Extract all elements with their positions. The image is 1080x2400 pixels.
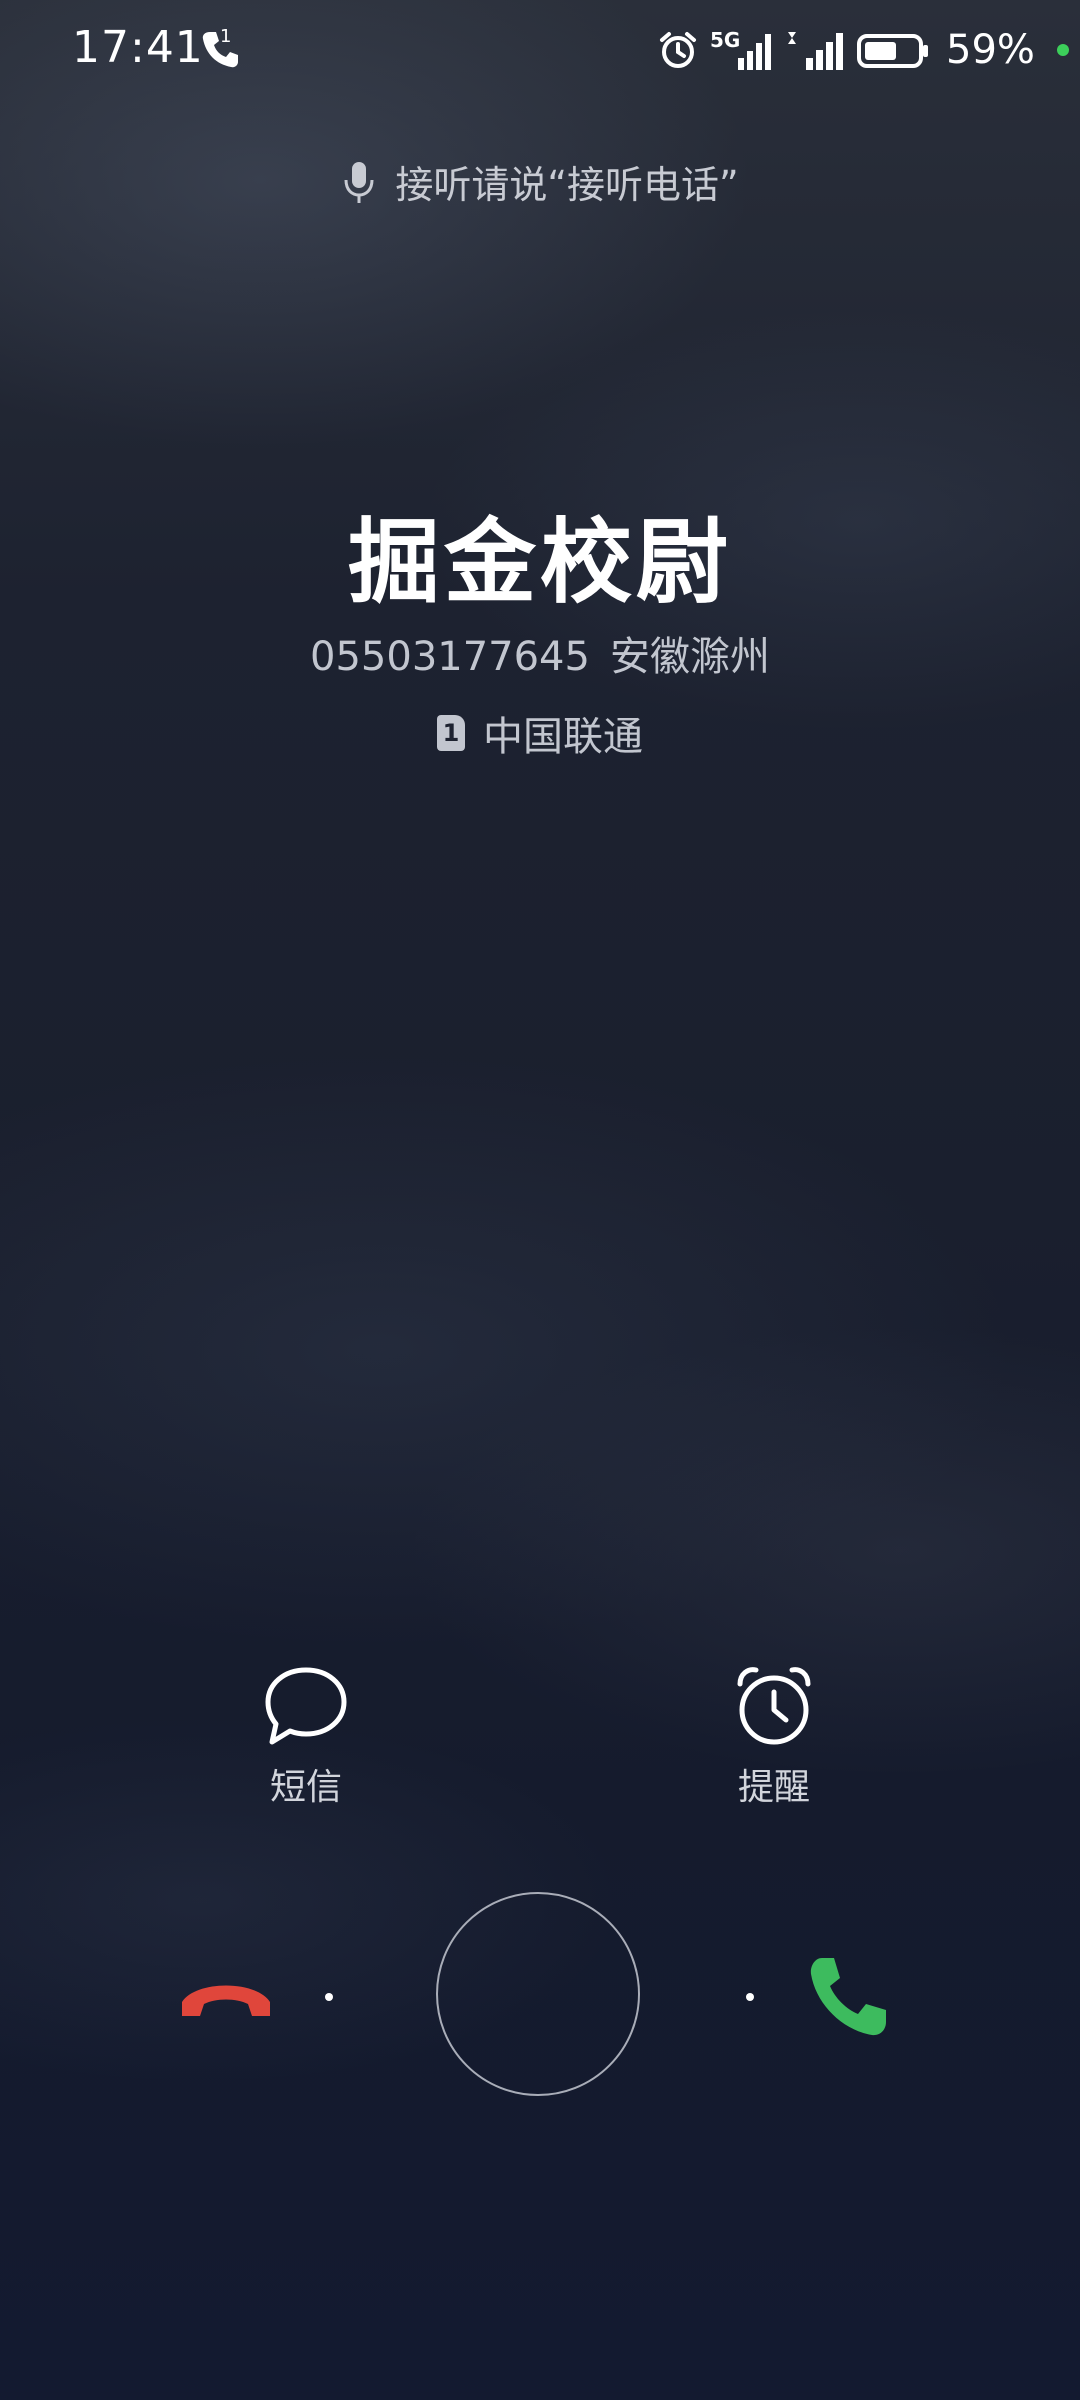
battery-percentage: 59% [946, 27, 1035, 73]
call-count-badge: 1 [220, 26, 232, 47]
sms-label: 短信 [269, 1767, 342, 1808]
caller-location: 安徽滁州 [609, 634, 770, 680]
caller-number: 05503177645 [310, 634, 590, 680]
answer-slider-handle[interactable] [436, 1892, 640, 2096]
sms-button[interactable]: 短信 [206, 1664, 406, 1810]
voice-hint-text: 接听请说“接听电话” [395, 163, 739, 207]
hang-up-icon[interactable] [176, 1966, 276, 2026]
reminder-label: 提醒 [737, 1767, 810, 1808]
message-bubble-icon [265, 1667, 347, 1745]
phone-accept-icon[interactable] [800, 1950, 896, 2046]
caller-name: 掘金校尉 [347, 509, 732, 616]
signal-icon [788, 32, 843, 70]
slider-hint-dot-right [746, 1993, 754, 2001]
status-time: 17:41 [72, 22, 204, 73]
alarm-icon [660, 32, 696, 68]
signal-bars-icon [738, 34, 771, 70]
battery-icon [857, 34, 928, 68]
voice-answer-hint: 接听请说“接听电话” [0, 154, 1080, 209]
remind-me-button[interactable]: 提醒 [674, 1664, 874, 1810]
status-icons: 5G 59% [656, 26, 1069, 74]
slider-hint-dot-left [325, 1993, 333, 2001]
carrier-line: 1 中国联通 [0, 704, 1080, 762]
microphone-icon [344, 161, 374, 203]
privacy-indicator-dot [1056, 44, 1069, 56]
status-bar: 17:41 1 5G 59% [0, 0, 1080, 100]
alarm-clock-icon [737, 1667, 811, 1745]
sim-card-icon: 1 [437, 715, 465, 751]
carrier-name: 中国联通 [483, 714, 643, 760]
signal-5g-icon: 5G [710, 28, 772, 72]
sim-slot-number: 1 [442, 719, 460, 747]
caller-number-line: 05503177645 安徽滁州 [0, 624, 1080, 682]
